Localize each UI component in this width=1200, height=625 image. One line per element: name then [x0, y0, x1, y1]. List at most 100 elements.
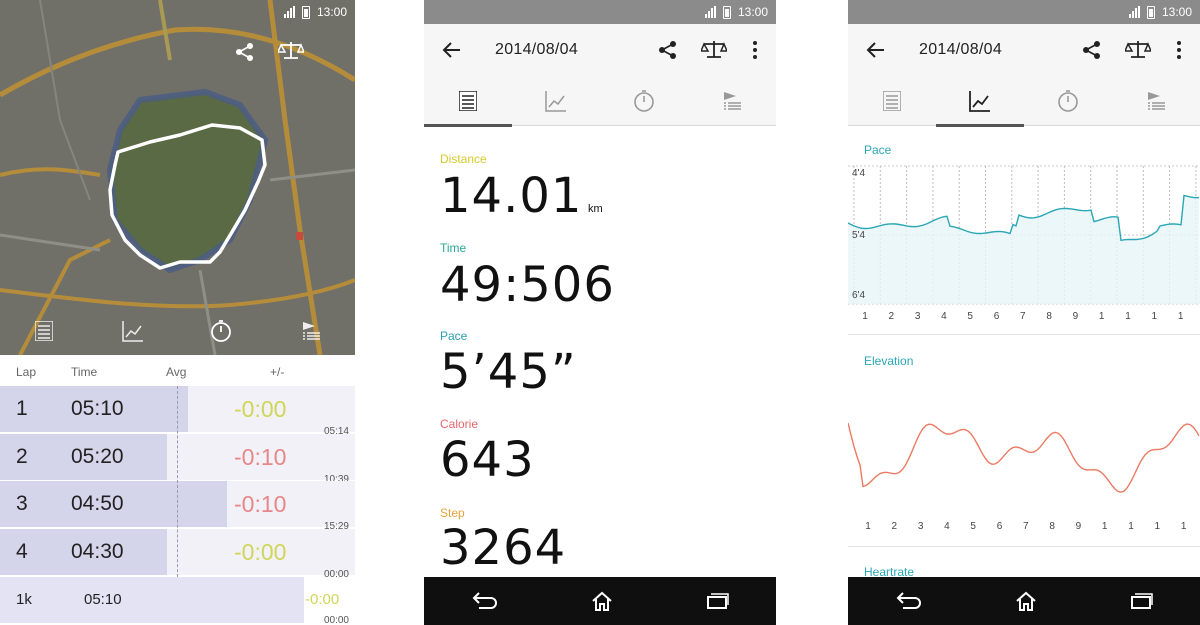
stat-label: Distance [440, 152, 487, 166]
status-bar: 13:00 [0, 0, 355, 24]
distance-unit: km [588, 203, 603, 215]
elevation-section-label: Elevation [864, 354, 914, 368]
arrow-back-icon[interactable] [866, 40, 886, 65]
tab-splits[interactable] [688, 76, 776, 126]
lap-column-header: Lap [16, 365, 37, 379]
timer-icon [634, 90, 654, 112]
stat-label: Time [440, 241, 467, 255]
elevation-x-tick: 1 [865, 521, 871, 532]
avg-column-header: Avg [166, 365, 187, 379]
status-bar: 13:00 [424, 0, 776, 24]
lap-diff: -0:00 [234, 396, 287, 422]
lap-table-header: Lap Time Avg +/- [0, 357, 355, 385]
average-marker-line [177, 386, 178, 582]
summary-screen: 13:00 2014/08/04 Distance 14.01 km Time … [424, 0, 776, 625]
timer-icon [1058, 90, 1078, 112]
pace-y-tick: 5'4 [852, 230, 865, 241]
elevation-x-tick: 4 [944, 521, 950, 532]
chart-icon [969, 91, 990, 112]
page-title: 2014/08/04 [919, 41, 1003, 58]
scale-icon[interactable] [1123, 39, 1153, 66]
elevation-x-tick: 3 [918, 521, 924, 532]
share-icon[interactable] [658, 40, 678, 65]
pace-x-tick: 4 [941, 311, 947, 322]
more-vert-icon[interactable] [752, 40, 758, 65]
more-vert-icon[interactable] [1176, 40, 1182, 65]
pace-section-label: Pace [864, 143, 892, 157]
arrow-back-icon[interactable] [442, 40, 462, 65]
pace-x-tick: 1 [1178, 311, 1184, 322]
home-icon[interactable] [591, 591, 613, 611]
pace-chart[interactable]: 4'4 5'4 6'4 1 2 3 4 5 6 7 8 9 1 1 1 1 [848, 158, 1200, 328]
elevation-x-tick: 6 [997, 521, 1003, 532]
lap-total-clock: 00:00 [323, 615, 349, 625]
app-bar: 2014/08/04 [424, 24, 776, 76]
lap-total-row[interactable]: 1k 05:10 -0:00 00:00 [0, 577, 355, 625]
recent-apps-icon[interactable] [1131, 593, 1153, 609]
tab-summary[interactable] [848, 76, 936, 126]
lap-diff: -0:00 [234, 538, 287, 565]
lap-total-diff: -0:00 [305, 591, 340, 608]
battery-icon [722, 5, 731, 19]
elevation-x-tick: 8 [1049, 521, 1055, 532]
pace-x-tick: 8 [1046, 311, 1052, 322]
chart-icon [545, 91, 566, 112]
route-map[interactable] [0, 0, 355, 355]
scale-icon[interactable] [699, 39, 729, 66]
tab-summary[interactable] [424, 76, 512, 127]
tab-bar [424, 76, 776, 127]
tab-laps[interactable] [600, 76, 688, 126]
tab-bar [848, 76, 1200, 127]
back-icon[interactable] [471, 592, 497, 610]
elevation-x-tick: 5 [970, 521, 976, 532]
stat-value: 3264 [440, 520, 567, 576]
stat-label: Pace [440, 329, 468, 343]
signal-icon [1128, 6, 1140, 18]
elevation-x-tick: 1 [1181, 521, 1187, 532]
recent-apps-icon[interactable] [707, 593, 729, 609]
status-time: 13:00 [316, 5, 347, 19]
stat-value: 49:506 [440, 257, 615, 313]
time-column-header: Time [71, 365, 98, 379]
lap-time: 05:10 [71, 397, 124, 420]
share-icon[interactable] [1082, 40, 1102, 65]
back-icon[interactable] [895, 592, 921, 610]
pace-x-tick: 6 [994, 311, 1000, 322]
graph-screen: 13:00 2014/08/04 Pace 4'4 5'4 6'4 1 2 3 4 5 6 7 8 9 [848, 0, 1200, 625]
elevation-x-tick: 1 [1128, 521, 1134, 532]
flag-list-icon [1148, 92, 1165, 110]
home-icon[interactable] [1015, 591, 1037, 611]
lap-number: 1 [16, 397, 28, 420]
lap-time: 04:30 [71, 539, 124, 563]
tab-graph[interactable] [936, 76, 1024, 127]
elevation-x-tick: 1 [1155, 521, 1161, 532]
lap-time: 05:20 [71, 444, 124, 468]
tab-laps[interactable] [1024, 76, 1112, 126]
lap-screen: 13:00 Lap Time Avg +/- 1 05:10 -0:00 05:14 2… [0, 0, 355, 625]
section-divider [848, 334, 1200, 335]
stat-value: 643 [440, 432, 535, 488]
pace-x-tick: 5 [967, 311, 973, 322]
elevation-x-tick: 7 [1023, 521, 1029, 532]
pace-x-tick: 1 [862, 311, 868, 322]
tab-splits[interactable] [1112, 76, 1200, 126]
tab-graph[interactable] [512, 76, 600, 126]
pace-x-tick: 2 [889, 311, 895, 322]
battery-icon [1146, 5, 1155, 19]
page-title: 2014/08/04 [495, 41, 579, 58]
pace-x-tick: 9 [1073, 311, 1079, 322]
elevation-x-tick: 1 [1102, 521, 1108, 532]
lap-number: 4 [16, 539, 28, 563]
stat-value: 5’45” [440, 344, 577, 400]
elevation-chart[interactable]: 1 2 3 4 5 6 7 8 9 1 1 1 1 [848, 378, 1200, 538]
lap-number: 2 [16, 444, 28, 468]
lap-time: 04:50 [71, 492, 124, 515]
system-nav-bar [424, 577, 776, 625]
elevation-x-tick: 9 [1076, 521, 1082, 532]
lap-diff: -0:10 [234, 443, 287, 470]
status-time: 13:00 [1161, 5, 1192, 19]
lap-diff: -0:10 [234, 491, 287, 517]
list-icon [883, 91, 901, 111]
pace-y-tick: 6'4 [852, 290, 865, 301]
system-nav-bar [848, 577, 1200, 625]
